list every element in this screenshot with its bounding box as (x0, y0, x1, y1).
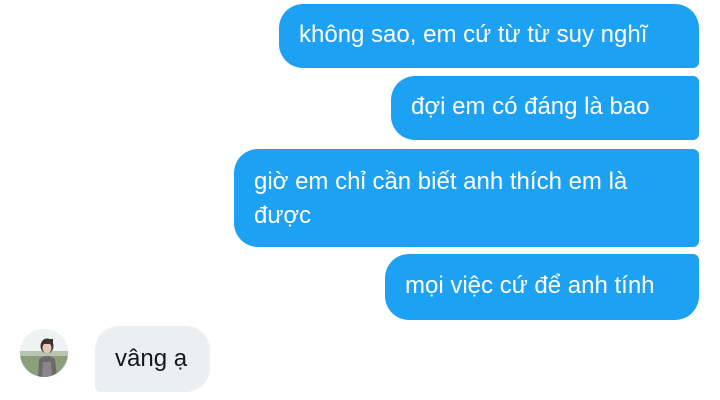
person-photo-icon (20, 329, 68, 377)
sent-message[interactable]: mọi việc cứ để anh tính (385, 254, 699, 320)
avatar[interactable] (20, 329, 68, 377)
message-text: không sao, em cứ từ từ suy nghĩ (299, 21, 648, 48)
sent-message[interactable]: đợi em có đáng là bao (391, 76, 699, 140)
message-text: vâng ạ (115, 345, 188, 372)
sent-message[interactable]: giờ em chỉ cần biết anh thích em là được (234, 149, 699, 247)
message-text: đợi em có đáng là bao (411, 93, 650, 120)
message-text: mọi việc cứ để anh tính (405, 272, 655, 299)
conversation: không sao, em cứ từ từ suy nghĩ đợi em c… (0, 0, 720, 400)
message-text: giờ em chỉ cần biết anh thích em là được (254, 168, 628, 229)
received-message[interactable]: vâng ạ (95, 326, 210, 392)
sent-message[interactable]: không sao, em cứ từ từ suy nghĩ (279, 4, 699, 68)
